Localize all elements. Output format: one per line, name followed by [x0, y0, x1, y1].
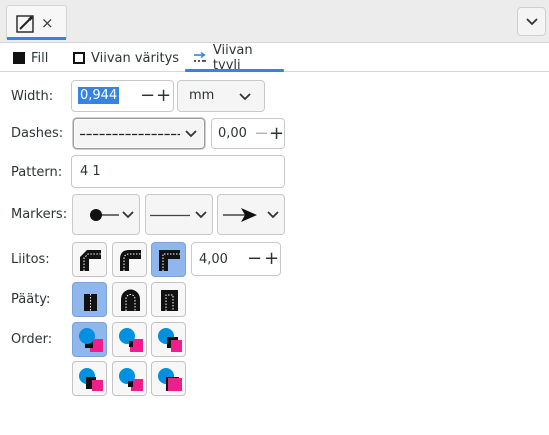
dash-pattern-dropdown[interactable] — [73, 118, 205, 149]
dot-marker-icon — [90, 209, 119, 221]
paint-order-icon — [119, 368, 143, 391]
tab-stroke-style[interactable]: Viivan tyyli — [185, 43, 284, 73]
paint-order-icon — [158, 328, 182, 352]
dash-offset-input[interactable]: 0,00 — [218, 126, 247, 141]
join-miter-button[interactable] — [151, 242, 186, 277]
pattern-input[interactable]: 4 1 — [71, 155, 285, 188]
pattern-label: Pattern: — [11, 165, 63, 180]
decrement-icon[interactable]: − — [247, 250, 262, 268]
tab-fill[interactable]: Fill — [13, 44, 53, 72]
order-fill-stroke-markers-button[interactable] — [72, 322, 107, 357]
document-tab-bar: × — [0, 0, 549, 43]
join-bevel-icon — [80, 250, 101, 271]
miter-limit-input[interactable]: 4,00 — [199, 252, 228, 267]
width-label: Width: — [11, 89, 54, 104]
chevron-down-icon — [195, 211, 207, 219]
paint-order-icon — [119, 328, 143, 352]
join-round-button[interactable] — [112, 242, 147, 277]
cap-round-icon — [121, 289, 140, 311]
width-unit-dropdown[interactable]: mm — [177, 80, 265, 112]
join-miter-icon — [159, 250, 180, 271]
join-round-icon — [120, 250, 141, 271]
join-label: Liitos: — [11, 252, 50, 267]
cap-square-icon — [161, 290, 178, 311]
fill-square-icon — [13, 52, 25, 64]
order-markers-fill-stroke-button[interactable] — [72, 361, 107, 396]
paint-order-icon — [79, 328, 103, 352]
tab-stroke-paint[interactable]: Viivan väritys — [73, 44, 181, 72]
chevron-down-icon — [526, 18, 538, 26]
start-marker-dropdown[interactable] — [72, 194, 140, 235]
increment-icon[interactable]: + — [269, 125, 284, 143]
miter-limit-spinbutton[interactable]: 4,00 − + — [191, 242, 281, 276]
fill-stroke-tabs: Fill Viivan väritys Viivan tyyli — [0, 43, 549, 73]
dash-offset-spinbutton[interactable]: 0,00 − + — [211, 118, 285, 149]
decrement-icon[interactable]: − — [140, 87, 155, 105]
join-bevel-button[interactable] — [72, 242, 107, 277]
order-label: Order: — [11, 332, 53, 347]
end-marker-dropdown[interactable] — [217, 194, 285, 235]
dash-pattern-preview — [80, 133, 180, 136]
pattern-value: 4 1 — [80, 164, 101, 179]
markers-label: Markers: — [11, 207, 68, 222]
increment-icon[interactable]: + — [264, 250, 279, 268]
no-marker-line-icon — [150, 214, 190, 217]
mid-marker-dropdown[interactable] — [145, 194, 213, 235]
chevron-down-icon — [239, 93, 251, 101]
chevron-down-icon — [122, 211, 134, 219]
active-tab-indicator — [7, 37, 66, 40]
cap-square-button[interactable] — [151, 282, 186, 317]
width-spinbutton[interactable]: 0,944 − + — [71, 80, 174, 112]
order-markers-stroke-fill-button[interactable] — [151, 361, 186, 396]
tab-menu-button[interactable] — [517, 7, 546, 36]
order-stroke-fill-markers-button[interactable] — [112, 322, 147, 357]
active-tab-indicator — [185, 69, 284, 72]
paint-order-icon — [79, 368, 103, 391]
cap-butt-icon — [84, 294, 97, 311]
stroke-square-icon — [73, 52, 85, 64]
tab-stroke-paint-label: Viivan väritys — [91, 50, 180, 66]
chevron-down-icon — [267, 211, 279, 219]
increment-icon[interactable]: + — [156, 87, 171, 105]
paint-brush-icon — [16, 15, 34, 33]
chevron-down-icon — [185, 130, 197, 138]
cap-round-button[interactable] — [112, 282, 147, 317]
arrow-marker-icon — [223, 208, 257, 222]
close-icon[interactable]: × — [41, 14, 54, 32]
tab-fill-label: Fill — [31, 50, 49, 66]
cap-butt-button[interactable] — [72, 282, 107, 317]
width-unit-value: mm — [189, 88, 215, 103]
dashes-label: Dashes: — [11, 126, 64, 141]
fill-stroke-tab[interactable]: × — [6, 5, 67, 40]
order-stroke-markers-fill-button[interactable] — [112, 361, 147, 396]
width-input[interactable]: 0,944 — [78, 87, 120, 104]
cap-label: Pääty: — [11, 292, 51, 307]
order-fill-markers-stroke-button[interactable] — [151, 322, 186, 357]
decrement-icon[interactable]: − — [254, 125, 269, 143]
paint-order-icon — [158, 368, 182, 391]
stroke-style-icon — [193, 52, 206, 62]
